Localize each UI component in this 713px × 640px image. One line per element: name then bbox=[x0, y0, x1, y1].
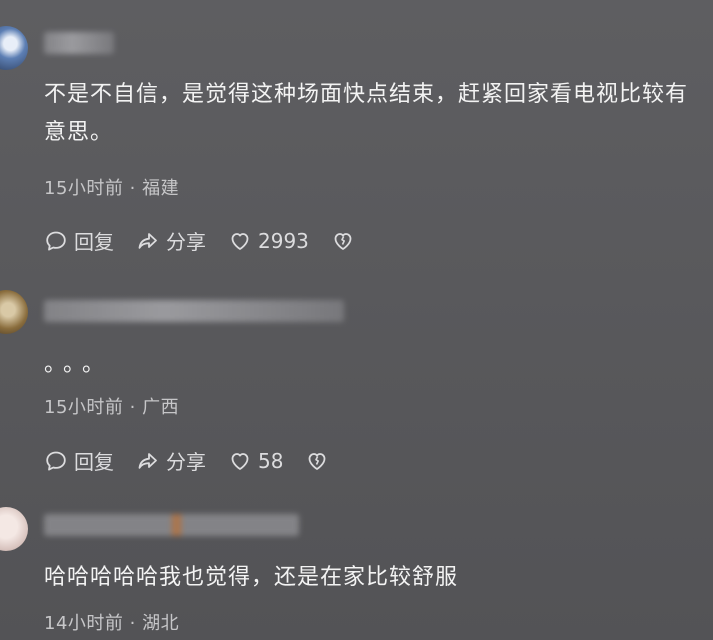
reply-label: 回复 bbox=[74, 450, 114, 474]
share-label: 分享 bbox=[166, 450, 206, 474]
comment-text: 。。。 bbox=[44, 352, 113, 377]
like-count: 58 bbox=[258, 448, 284, 473]
comment-time: 15小时前 bbox=[44, 397, 124, 418]
meta-separator: · bbox=[129, 178, 136, 199]
share-button[interactable]: 分享 bbox=[136, 446, 206, 475]
like-button[interactable]: 2993 bbox=[228, 229, 309, 253]
dislike-button[interactable] bbox=[305, 449, 335, 473]
share-arrow-icon bbox=[138, 232, 157, 249]
heart-icon bbox=[231, 232, 249, 250]
share-label: 分享 bbox=[166, 230, 206, 254]
comment-actions: 回复 分享 2993 bbox=[44, 226, 383, 255]
like-button[interactable]: 58 bbox=[228, 449, 283, 473]
username-blurred[interactable] bbox=[44, 300, 344, 322]
like-count: 2993 bbox=[258, 228, 309, 253]
reply-label: 回复 bbox=[74, 230, 114, 254]
meta-separator: · bbox=[129, 613, 136, 634]
reply-button[interactable]: 回复 bbox=[44, 226, 114, 255]
broken-heart-icon bbox=[309, 452, 326, 470]
avatar[interactable] bbox=[0, 507, 28, 551]
comment-meta: 15小时前 · 广西 bbox=[44, 393, 179, 419]
comment-text: 哈哈哈哈哈我也觉得，还是在家比较舒服 bbox=[44, 565, 459, 590]
share-button[interactable]: 分享 bbox=[136, 226, 206, 255]
broken-heart-icon bbox=[334, 232, 352, 250]
comment-time: 15小时前 bbox=[44, 178, 124, 199]
reply-button[interactable]: 回复 bbox=[44, 446, 114, 475]
dislike-button[interactable] bbox=[331, 229, 361, 253]
avatar[interactable] bbox=[0, 290, 28, 334]
comment-meta: 14小时前 · 湖北 bbox=[44, 609, 179, 635]
comment-bubble-icon bbox=[46, 451, 66, 470]
comment-text: 不是不自信，是觉得这种场面快点结束，赶紧回家看电视比较有意思。 bbox=[44, 82, 689, 145]
comment-location: 福建 bbox=[142, 178, 180, 199]
comment-location: 湖北 bbox=[142, 613, 180, 634]
heart-icon bbox=[231, 452, 249, 470]
meta-separator: · bbox=[129, 397, 136, 418]
comment-bubble-icon bbox=[46, 231, 66, 250]
username-blurred[interactable] bbox=[44, 32, 114, 54]
share-arrow-icon bbox=[138, 452, 157, 469]
username-blurred[interactable] bbox=[44, 514, 299, 536]
comment-meta: 15小时前 · 福建 bbox=[44, 174, 179, 200]
avatar[interactable] bbox=[0, 26, 28, 70]
comment-location: 广西 bbox=[142, 397, 180, 418]
comment-time: 14小时前 bbox=[44, 613, 124, 634]
comment-actions: 回复 分享 58 bbox=[44, 446, 357, 475]
